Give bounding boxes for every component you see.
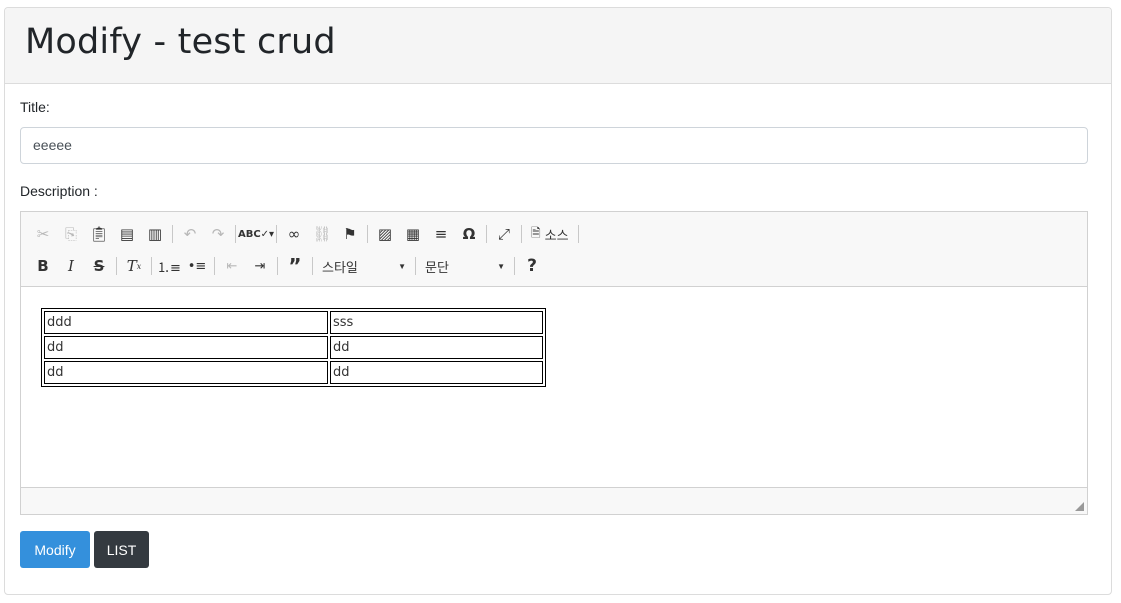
help-icon[interactable]: ?: [518, 252, 546, 280]
content-table[interactable]: ddd sss dd dd dd dd: [41, 308, 546, 387]
toolbar-separator: [214, 257, 215, 275]
spellcheck-icon[interactable]: ABC✓▾: [238, 220, 274, 248]
toolbar-row-1: ✂ ⎘ 📋︎ ▤ ▥ ↶ ↷ ABC✓▾ ∞ ⛓ ⚑ ▨ ▦ ≡ Ω ⤢ 🗎︎ …: [29, 218, 1087, 250]
format-combo[interactable]: 문단 ▼: [419, 254, 511, 278]
undo-icon[interactable]: ↶: [176, 220, 204, 248]
redo-icon[interactable]: ↷: [204, 220, 232, 248]
table-cell[interactable]: sss: [330, 311, 543, 334]
toolbar-separator: [276, 225, 277, 243]
chevron-down-icon: ▼: [398, 261, 406, 271]
table-cell[interactable]: dd: [330, 336, 543, 359]
link-icon[interactable]: ∞: [280, 220, 308, 248]
bold-icon[interactable]: B: [29, 252, 57, 280]
special-char-icon[interactable]: Ω: [455, 220, 483, 248]
title-label: Title:: [20, 99, 50, 115]
toolbar-separator: [514, 257, 515, 275]
table-cell[interactable]: dd: [330, 361, 543, 384]
toolbar-separator: [116, 257, 117, 275]
page-title: Modify - test crud: [25, 22, 336, 62]
toolbar-separator: [151, 257, 152, 275]
bulleted-list-icon[interactable]: •≡: [183, 252, 211, 280]
modify-button[interactable]: Modify: [20, 531, 90, 568]
paste-text-icon[interactable]: ▤: [113, 220, 141, 248]
table-cell[interactable]: ddd: [44, 311, 328, 334]
indent-icon[interactable]: ⇥: [246, 252, 274, 280]
resize-handle-icon[interactable]: [1075, 502, 1084, 511]
toolbar-separator: [521, 225, 522, 243]
table-row: ddd sss: [44, 311, 543, 334]
table-row: dd dd: [44, 361, 543, 384]
unlink-icon[interactable]: ⛓: [308, 220, 336, 248]
editor-content[interactable]: ddd sss dd dd dd dd: [21, 287, 1087, 487]
title-input[interactable]: eeeee: [20, 127, 1088, 164]
anchor-icon[interactable]: ⚑: [336, 220, 364, 248]
toolbar-separator: [312, 257, 313, 275]
table-cell[interactable]: dd: [44, 336, 328, 359]
remove-format-icon[interactable]: Tx: [120, 252, 148, 280]
list-button[interactable]: LIST: [94, 531, 149, 568]
image-icon[interactable]: ▨: [371, 220, 399, 248]
source-icon: 🗎︎: [531, 225, 541, 240]
editor-toolbar: ✂ ⎘ 📋︎ ▤ ▥ ↶ ↷ ABC✓▾ ∞ ⛓ ⚑ ▨ ▦ ≡ Ω ⤢ 🗎︎ …: [21, 212, 1087, 287]
source-label: 소스: [544, 227, 569, 243]
paste-word-icon[interactable]: ▥: [141, 220, 169, 248]
toolbar-separator: [172, 225, 173, 243]
toolbar-separator: [577, 225, 579, 243]
outdent-icon[interactable]: ⇤: [218, 252, 246, 280]
toolbar-separator: [235, 225, 236, 243]
paste-icon[interactable]: 📋︎: [85, 220, 113, 248]
toolbar-separator: [486, 225, 487, 243]
toolbar-separator: [277, 257, 278, 275]
table-icon[interactable]: ▦: [399, 220, 427, 248]
rich-text-editor: ✂ ⎘ 📋︎ ▤ ▥ ↶ ↷ ABC✓▾ ∞ ⛓ ⚑ ▨ ▦ ≡ Ω ⤢ 🗎︎ …: [20, 211, 1088, 515]
blockquote-icon[interactable]: ”: [281, 252, 309, 280]
source-button[interactable]: 🗎︎ 소스: [525, 220, 575, 248]
style-combo[interactable]: 스타일 ▼: [316, 254, 412, 278]
cut-icon[interactable]: ✂: [29, 220, 57, 248]
italic-icon[interactable]: I: [57, 252, 85, 280]
card-header: Modify - test crud: [5, 8, 1111, 84]
style-combo-label: 스타일: [322, 259, 358, 275]
editor-statusbar: [21, 487, 1087, 514]
maximize-icon[interactable]: ⤢: [490, 220, 518, 248]
chevron-down-icon: ▼: [497, 261, 505, 271]
table-cell[interactable]: dd: [44, 361, 328, 384]
copy-icon[interactable]: ⎘: [57, 220, 85, 248]
toolbar-separator: [367, 225, 368, 243]
toolbar-row-2: B I S Tx ⒈≡ •≡ ⇤ ⇥ ” 스타일 ▼ 문단 ▼ ?: [29, 250, 1087, 282]
format-combo-label: 문단: [425, 259, 449, 275]
description-label: Description :: [20, 183, 98, 199]
numbered-list-icon[interactable]: ⒈≡: [155, 252, 183, 280]
horizontal-rule-icon[interactable]: ≡: [427, 220, 455, 248]
toolbar-separator: [415, 257, 416, 275]
table-row: dd dd: [44, 336, 543, 359]
strike-icon[interactable]: S: [85, 252, 113, 280]
